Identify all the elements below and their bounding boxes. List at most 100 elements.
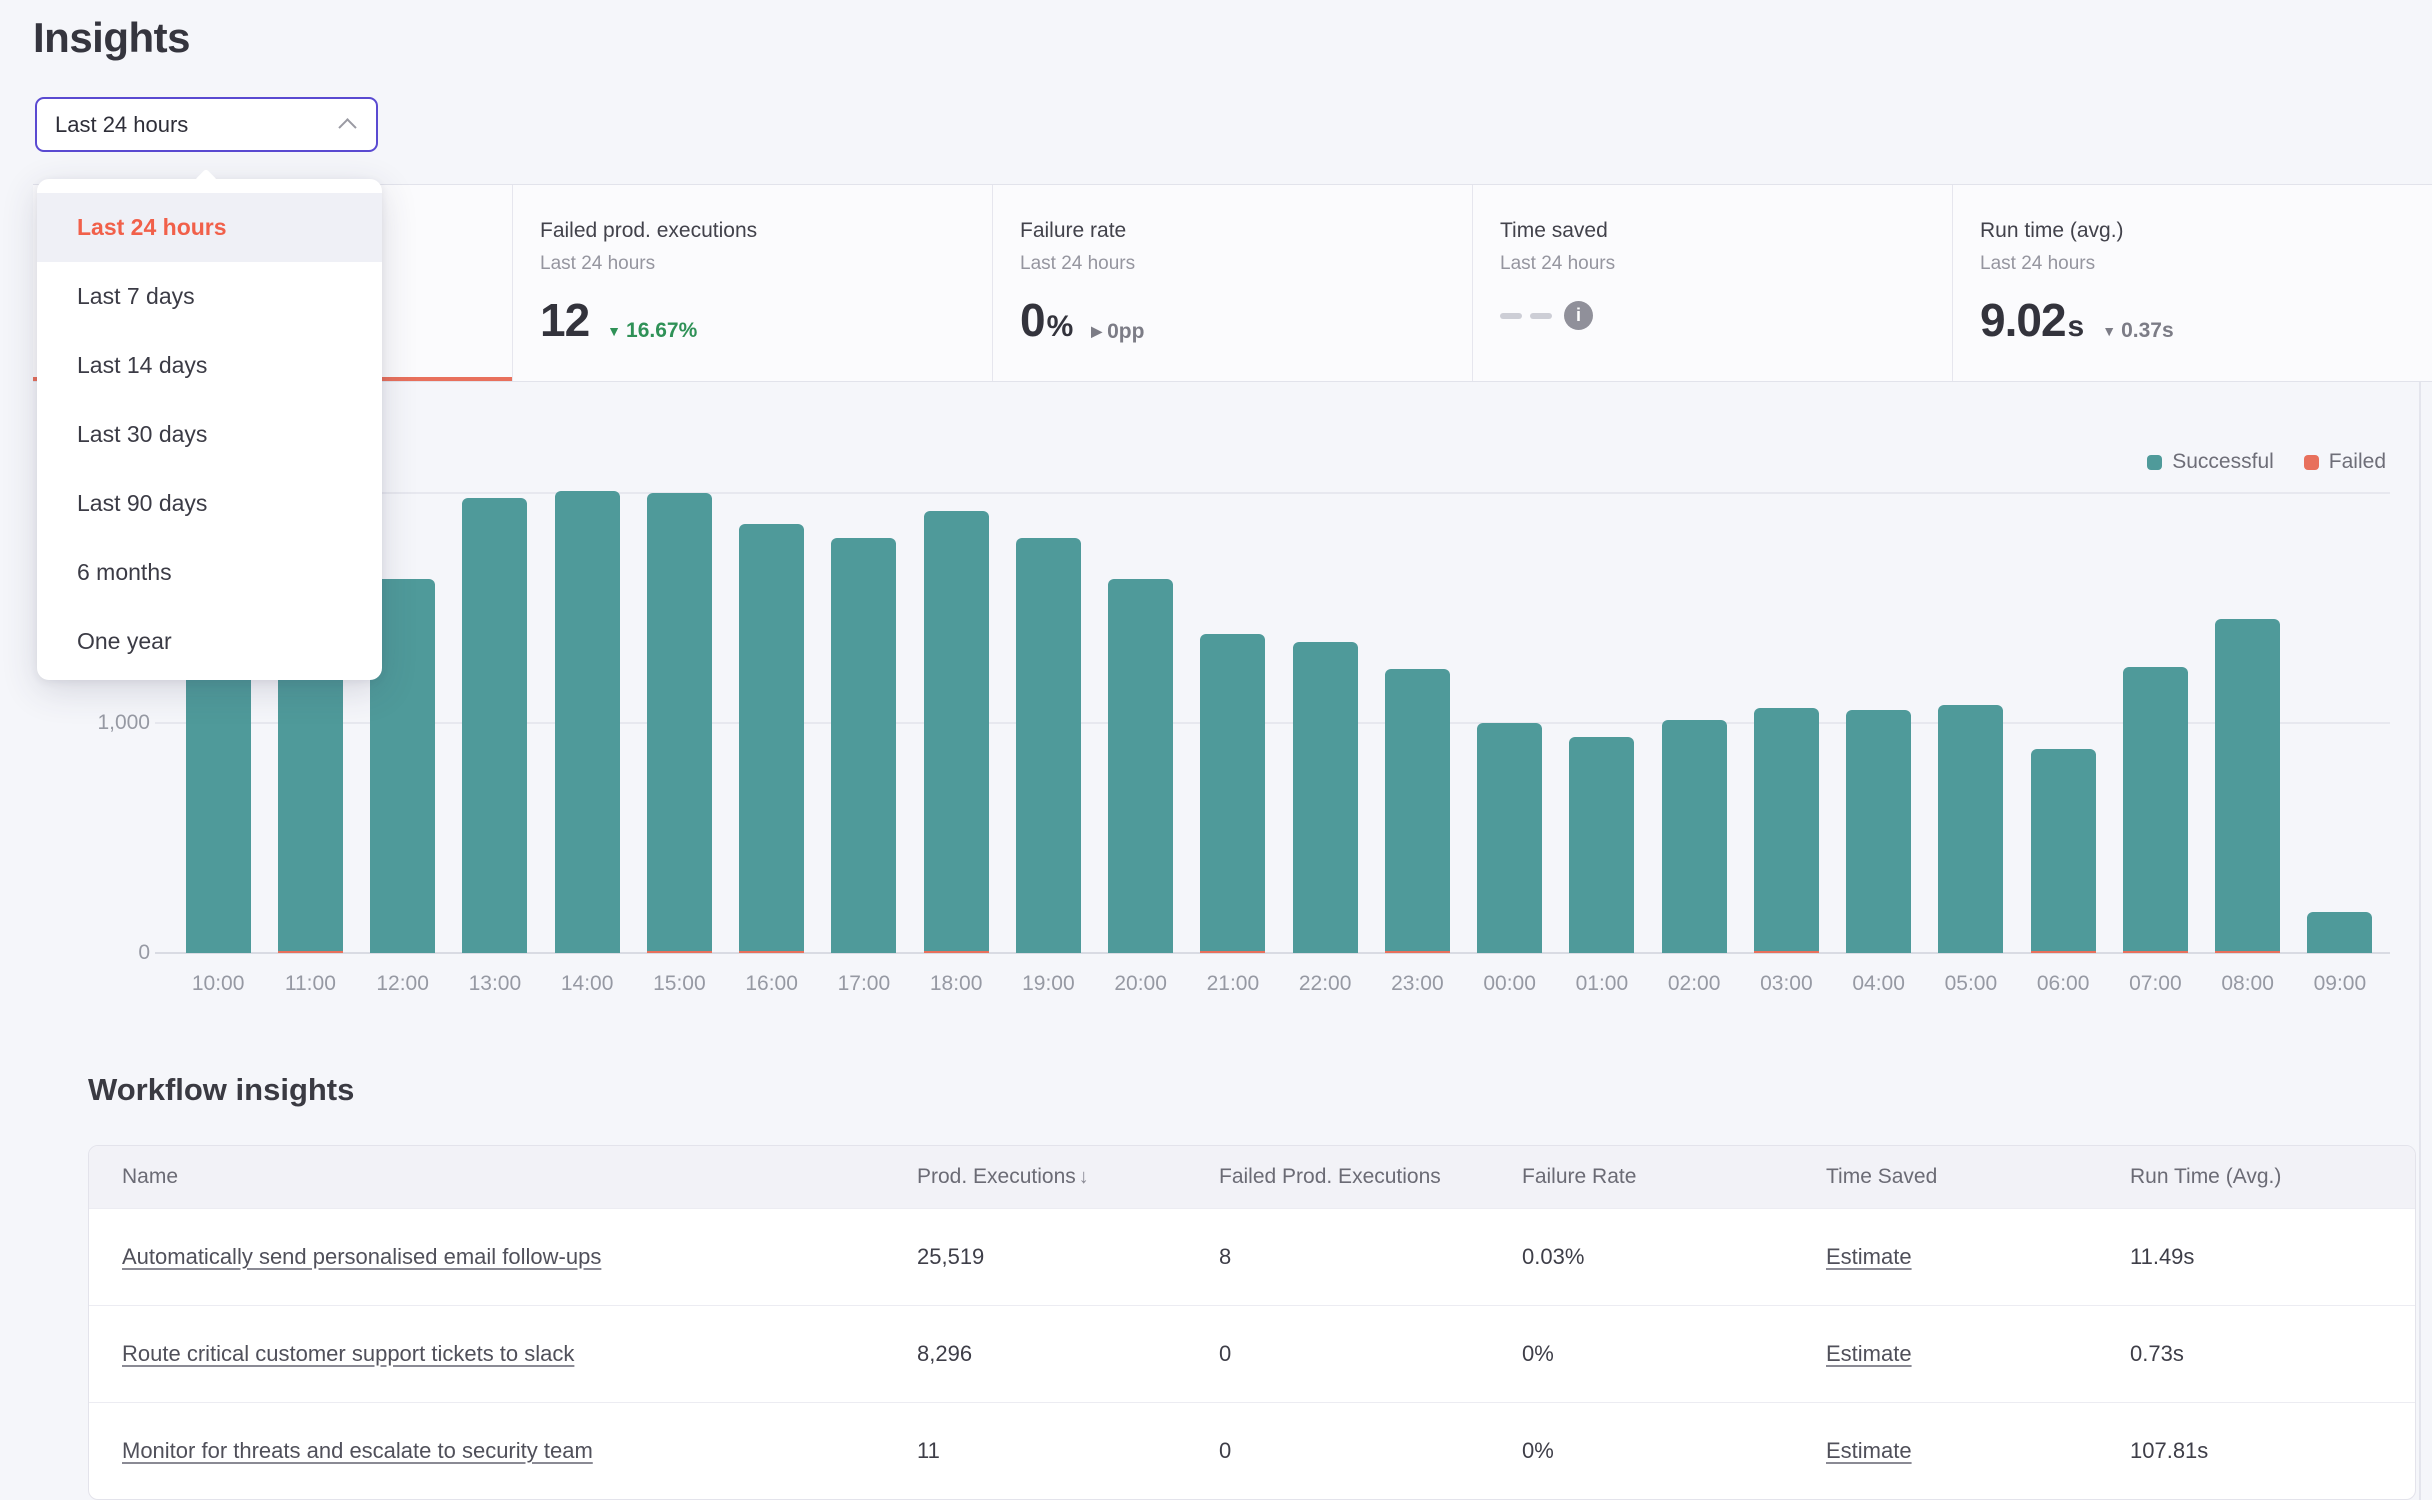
executions-bar-09:00	[2307, 912, 2372, 953]
dropdown-option[interactable]: 6 months	[37, 538, 382, 607]
bar-successful-segment	[555, 491, 620, 953]
dropdown-option[interactable]: Last 30 days	[37, 400, 382, 469]
bar-successful-segment	[1108, 579, 1173, 953]
bar-failed-segment	[1200, 951, 1265, 953]
table-cell-prod_executions: 8,296	[917, 1341, 1219, 1367]
column-header-name[interactable]: Name	[89, 1165, 917, 1189]
executions-bar-00:00	[1477, 723, 1542, 953]
info-icon[interactable]: i	[1564, 301, 1593, 330]
stat-card-time-saved[interactable]: Time saved Last 24 hours i	[1472, 185, 1952, 381]
x-tick-label: 05:00	[1925, 972, 2017, 996]
stat-card-run-time-avg[interactable]: Run time (avg.) Last 24 hours 9.02 s ▼ 0…	[1952, 185, 2432, 381]
bar-successful-segment	[2031, 749, 2096, 951]
bar-successful-segment	[924, 511, 989, 951]
x-tick-label: 18:00	[910, 972, 1002, 996]
x-axis-labels: 10:0011:0012:0013:0014:0015:0016:0017:00…	[172, 972, 2386, 996]
empty-value-dash	[1500, 313, 1522, 319]
card-title: Failed prod. executions	[540, 219, 992, 243]
table-row: Automatically send personalised email fo…	[89, 1208, 2415, 1305]
bar-slot	[1371, 489, 1463, 953]
table-cell-prod_executions: 11	[917, 1438, 1219, 1464]
bar-successful-segment	[831, 538, 896, 953]
card-value: 0	[1020, 293, 1045, 347]
bar-slot	[1833, 489, 1925, 953]
legend-label: Successful	[2172, 450, 2274, 474]
x-tick-label: 01:00	[1556, 972, 1648, 996]
bar-successful-segment	[2123, 667, 2188, 951]
table-cell-run_time_avg: 11.49s	[2130, 1244, 2415, 1270]
x-tick-label: 21:00	[1187, 972, 1279, 996]
table-cell-failure_rate: 0.03%	[1522, 1244, 1826, 1270]
time-range-dropdown: Last 24 hoursLast 7 daysLast 14 daysLast…	[37, 179, 382, 680]
table-cell-failed_prod_executions: 0	[1219, 1341, 1522, 1367]
card-delta-value: 0pp	[1107, 320, 1144, 344]
executions-bar-13:00	[462, 498, 527, 953]
bar-failed-segment	[2031, 951, 2096, 953]
table-row: Monitor for threats and escalate to secu…	[89, 1402, 2415, 1499]
estimate-link[interactable]: Estimate	[1826, 1438, 1912, 1463]
card-delta-value: 16.67%	[626, 319, 697, 343]
executions-bar-21:00	[1200, 634, 1265, 953]
bar-successful-segment	[1569, 737, 1634, 953]
dropdown-option[interactable]: Last 14 days	[37, 331, 382, 400]
column-header-failed-prod-executions[interactable]: Failed Prod. Executions	[1219, 1165, 1522, 1189]
legend-item-successful[interactable]: Successful	[2147, 450, 2274, 474]
x-tick-label: 03:00	[1740, 972, 1832, 996]
bar-successful-segment	[1477, 723, 1542, 953]
bar-successful-segment	[1200, 634, 1265, 951]
bar-failed-segment	[1385, 951, 1450, 953]
bar-successful-segment	[2307, 912, 2372, 953]
stat-card-failed-prod-executions[interactable]: Failed prod. executions Last 24 hours 12…	[512, 185, 992, 381]
dropdown-option[interactable]: Last 90 days	[37, 469, 382, 538]
bar-slot	[2017, 489, 2109, 953]
legend-item-failed[interactable]: Failed	[2304, 450, 2386, 474]
card-title: Time saved	[1500, 219, 1952, 243]
time-range-select[interactable]: Last 24 hours	[35, 97, 378, 152]
executions-bar-10:00	[186, 665, 251, 953]
bar-slot	[1648, 489, 1740, 953]
bars-area	[172, 489, 2386, 953]
bar-failed-segment	[739, 951, 804, 953]
card-title: Failure rate	[1020, 219, 1472, 243]
column-header-time-saved[interactable]: Time Saved	[1826, 1165, 2130, 1189]
bar-slot	[1464, 489, 1556, 953]
executions-bar-08:00	[2215, 619, 2280, 953]
dropdown-option[interactable]: Last 24 hours	[37, 193, 382, 262]
stat-card-failure-rate[interactable]: Failure rate Last 24 hours 0 % ▶ 0pp	[992, 185, 1472, 381]
x-tick-label: 11:00	[264, 972, 356, 996]
bar-slot	[2294, 489, 2386, 953]
workflow-name-link[interactable]: Route critical customer support tickets …	[122, 1341, 574, 1366]
x-tick-label: 04:00	[1833, 972, 1925, 996]
x-tick-label: 16:00	[726, 972, 818, 996]
bar-slot	[1187, 489, 1279, 953]
estimate-link[interactable]: Estimate	[1826, 1341, 1912, 1366]
bar-slot	[2202, 489, 2294, 953]
card-value-unit: s	[2068, 310, 2085, 344]
failed-swatch-icon	[2304, 455, 2319, 470]
bar-slot	[1925, 489, 2017, 953]
column-header-failure-rate[interactable]: Failure Rate	[1522, 1165, 1826, 1189]
executions-bar-04:00	[1846, 710, 1911, 953]
triangle-right-icon: ▶	[1091, 323, 1102, 340]
dropdown-option[interactable]: Last 7 days	[37, 262, 382, 331]
bar-successful-segment	[1754, 708, 1819, 951]
workflow-name-link[interactable]: Monitor for threats and escalate to secu…	[122, 1438, 593, 1463]
bar-failed-segment	[278, 951, 343, 953]
estimate-link[interactable]: Estimate	[1826, 1244, 1912, 1269]
dropdown-option[interactable]: One year	[37, 607, 382, 676]
chevron-up-icon	[338, 118, 356, 136]
x-tick-label: 19:00	[1002, 972, 1094, 996]
x-tick-label: 13:00	[449, 972, 541, 996]
bar-failed-segment	[924, 951, 989, 953]
stat-cards-strip: Failed prod. executions Last 24 hours 12…	[33, 184, 2432, 382]
column-header-run-time-avg[interactable]: Run Time (Avg.)	[2130, 1165, 2415, 1189]
column-header-prod-executions[interactable]: Prod. Executions↓	[917, 1165, 1219, 1189]
bar-successful-segment	[2215, 619, 2280, 951]
workflow-name-link[interactable]: Automatically send personalised email fo…	[122, 1244, 601, 1269]
chart-legend: Successful Failed	[2147, 450, 2386, 474]
executions-bar-19:00	[1016, 538, 1081, 953]
executions-bar-05:00	[1938, 705, 2003, 953]
x-tick-label: 17:00	[818, 972, 910, 996]
executions-bar-16:00	[739, 524, 804, 953]
bar-slot	[633, 489, 725, 953]
